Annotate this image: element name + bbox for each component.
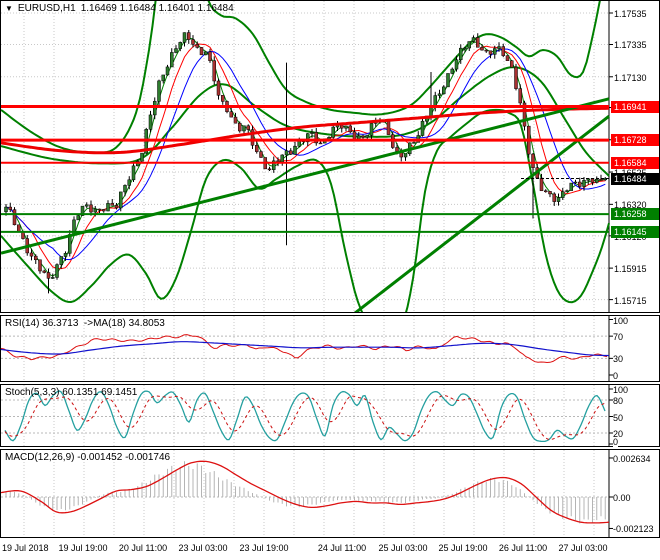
price-level-badge: 1.16484 [611,172,659,185]
indicator-axis-label: -0.002123 [613,524,654,535]
indicator-axis-label: 50 [613,412,624,423]
time-axis-label: 27 Jul 03:00 [558,543,608,553]
price-axis-label: 1.17535 [614,9,647,19]
chart-window: ▼ EURUSD,H1 1.16469 1.16484 1.16401 1.16… [0,0,660,560]
time-axis: 19 Jul 2018 19 Jul 19:00 20 Jul 11:00 23 Ju… [0,539,660,560]
macd-histogram [5,461,606,524]
indicator-axis-label: 0 [613,437,619,447]
price-level-badge: 1.16941 [611,100,659,113]
rsi-panel[interactable]: RSI(14) 36.3713 ->MA(18) 34.8053 100 70 30… [0,315,660,382]
time-axis-label: 23 Jul 03:00 [178,543,228,553]
price-axis-label: 1.17335 [614,40,647,51]
price-axis-label: 1.15715 [614,295,647,306]
price-axis-label: 1.15915 [614,264,647,275]
time-axis-label: 19 Jul 2018 [2,543,49,553]
time-axis-label: 24 Jul 11:00 [317,543,367,553]
chart-dropdown-icon[interactable]: ▼ [5,4,13,14]
main-chart-panel[interactable]: ▼ EURUSD,H1 1.16469 1.16484 1.16401 1.16… [0,0,660,313]
price-axis-label: 1.17130 [614,72,647,83]
macd-label: MACD(12,26,9) -0.001452 -0.001746 [5,452,171,463]
price-level-badge: 1.16728 [611,134,659,147]
time-axis-label: 19 Jul 19:00 [58,543,108,553]
indicator-axis-label: 0.00 [613,493,631,503]
time-axis-label: 20 Jul 11:00 [118,543,168,553]
indicator-axis-label: 80 [613,396,624,406]
indicator-axis-label: 0.002634 [613,453,651,464]
chart-title: ▼ EURUSD,H1 1.16469 1.16484 1.16401 1.16… [5,3,234,14]
price-level-badge: 1.16584 [611,156,659,169]
indicator-axis-label: 100 [613,385,629,395]
price-level-badge: 1.16258 [611,208,659,221]
indicator-axis-label: 0 [613,371,619,381]
time-axis-label: 23 Jul 19:00 [239,543,289,553]
rsi-label: RSI(14) 36.3713 ->MA(18) 34.8053 [5,318,165,329]
macd-panel[interactable]: MACD(12,26,9) -0.001452 -0.001746 0.0026… [0,449,660,538]
indicator-axis-label: 30 [613,354,624,365]
stochastic-label: Stoch(5,3,3) 60.1351 69.1451 [5,387,138,398]
indicator-axis-label: 70 [613,332,624,343]
stochastic-panel[interactable]: Stoch(5,3,3) 60.1351 69.1451 100 80 50 20 0 [0,384,660,447]
time-axis-label: 25 Jul 19:00 [438,543,488,553]
chart-symbol: EURUSD,H1 [17,3,76,14]
price-level-badge: 1.16145 [611,225,659,238]
chart-ohlc: 1.16469 1.16484 1.16401 1.16484 [80,3,234,14]
time-axis-label: 25 Jul 03:00 [378,543,428,553]
time-axis-label: 26 Jul 11:00 [498,543,548,553]
indicator-axis-label: 100 [613,316,629,326]
